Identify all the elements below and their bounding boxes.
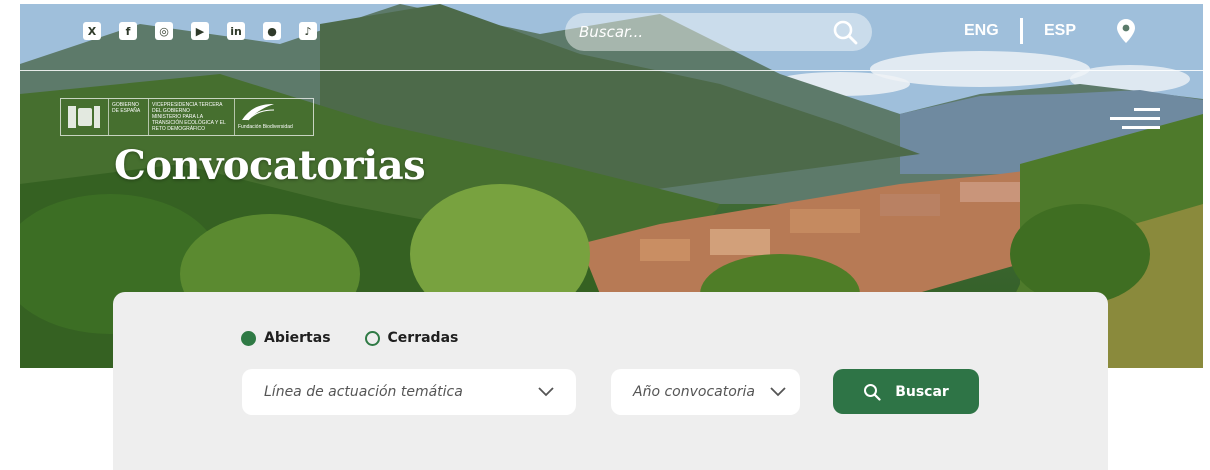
spain-shield-logo	[61, 99, 109, 135]
instagram-icon[interactable]: ◎	[155, 22, 173, 40]
hamburger-line	[1110, 117, 1160, 120]
page-title: Convocatorias	[114, 142, 426, 189]
facebook-icon[interactable]: f	[119, 22, 137, 40]
location-pin-icon[interactable]	[1117, 19, 1135, 43]
social-links: X f ◎ ▶ in ● ♪	[83, 22, 317, 40]
youtube-icon[interactable]: ▶	[191, 22, 209, 40]
year-select[interactable]: Año convocatoria	[611, 369, 800, 415]
podcast-icon[interactable]: ●	[263, 22, 281, 40]
year-select-placeholder: Año convocatoria	[633, 384, 756, 400]
ministry-name-text: MINISTERIO PARA LA TRANSICIÓN ECOLÓGICA …	[152, 114, 226, 132]
search-icon[interactable]	[832, 19, 858, 45]
search-input[interactable]	[579, 23, 832, 41]
lang-separator	[1020, 18, 1023, 44]
x-icon[interactable]: X	[83, 22, 101, 40]
search-button-label: Buscar	[895, 383, 949, 400]
hamburger-icon	[1134, 108, 1160, 111]
fundacion-text: Fundación Biodiversidad	[238, 124, 293, 130]
lang-esp-link[interactable]: ESP	[1044, 22, 1076, 40]
site-search	[565, 13, 872, 51]
lang-eng-link[interactable]: ENG	[964, 22, 999, 40]
radio-unselected-icon	[364, 330, 380, 346]
radio-selected-icon	[241, 330, 256, 346]
tiktok-icon[interactable]: ♪	[299, 22, 317, 40]
menu-button[interactable]	[1110, 108, 1160, 135]
search-button[interactable]: Buscar	[833, 369, 979, 414]
search-icon	[864, 383, 881, 401]
gobierno-text: GOBIERNO DE ESPAÑA	[109, 99, 149, 135]
chevron-down-icon	[538, 387, 554, 397]
radio-label: Abiertas	[264, 330, 331, 346]
coat-of-arms-icon	[68, 106, 100, 128]
vicepresidency-text: VICEPRESIDENCIA TERCERA DEL GOBIERNO	[152, 102, 223, 114]
linkedin-icon[interactable]: in	[227, 22, 245, 40]
hamburger-line	[1122, 126, 1160, 129]
status-radio-group: Abiertas Cerradas	[241, 330, 458, 346]
institution-logos[interactable]: GOBIERNO DE ESPAÑA VICEPRESIDENCIA TERCE…	[60, 98, 314, 136]
filter-panel: Abiertas Cerradas Línea de actuación tem…	[113, 292, 1108, 470]
theme-select-placeholder: Línea de actuación temática	[264, 384, 463, 400]
radio-cerradas[interactable]: Cerradas	[364, 330, 459, 346]
grass-leaf-icon	[242, 104, 275, 121]
chevron-down-icon	[770, 387, 786, 397]
fundacion-logo: Fundación Biodiversidad	[235, 99, 313, 135]
header-divider	[20, 70, 1203, 71]
ministry-text: VICEPRESIDENCIA TERCERA DEL GOBIERNO MIN…	[149, 99, 235, 135]
radio-label: Cerradas	[387, 330, 459, 346]
radio-abiertas[interactable]: Abiertas	[241, 330, 331, 346]
theme-select[interactable]: Línea de actuación temática	[242, 369, 576, 415]
